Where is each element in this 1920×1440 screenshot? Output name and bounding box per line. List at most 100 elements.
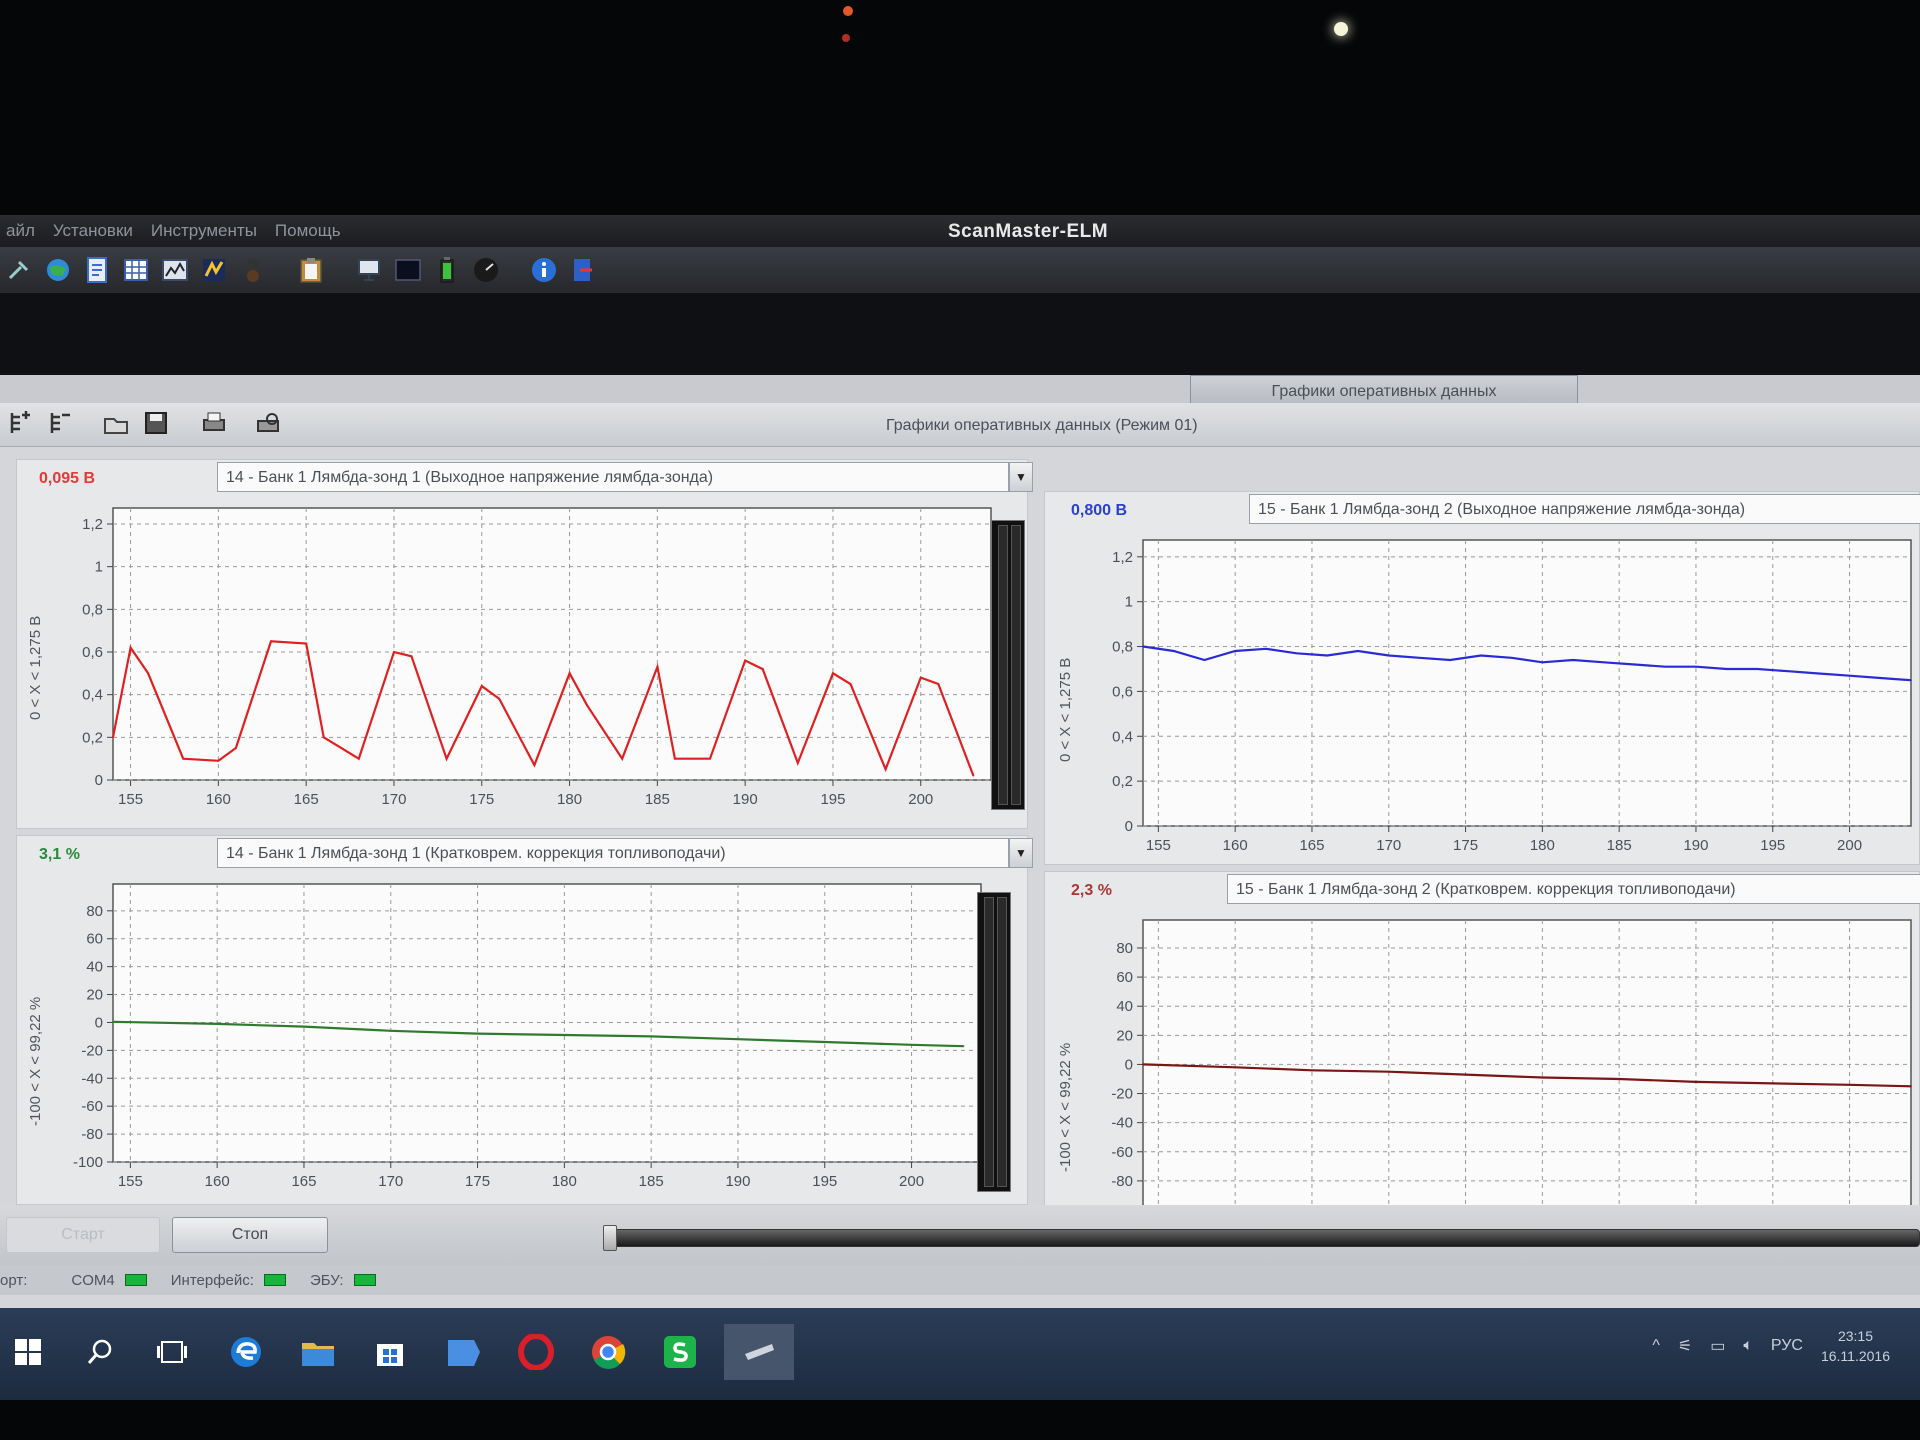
port-status-led xyxy=(124,1274,147,1286)
gauge-icon[interactable] xyxy=(160,255,190,285)
clipboard-icon[interactable] xyxy=(296,255,326,285)
save-icon[interactable] xyxy=(142,409,170,437)
open-file-icon[interactable] xyxy=(102,409,130,437)
add-graph-icon[interactable] xyxy=(8,409,36,437)
pid-selector[interactable]: 14 - Банк 1 Лямбда-зонд 1 (Выходное напр… xyxy=(217,462,1009,492)
data-point xyxy=(445,757,448,760)
line-chart: 155160165170175180185190195200-100-80-60… xyxy=(73,883,982,1190)
clock[interactable]: 23:15 16.11.2016 xyxy=(1821,1326,1890,1366)
stop-button[interactable]: Стоп xyxy=(172,1217,328,1253)
app-icon[interactable] xyxy=(436,1324,492,1380)
search-icon[interactable] xyxy=(72,1324,128,1380)
pid-selector[interactable]: 15 - Банк 1 Лямбда-зонд 2 (Кратковрем. к… xyxy=(1227,874,1920,904)
scale-bar xyxy=(977,892,1011,1192)
x-tick-label: 190 xyxy=(733,791,758,808)
print-icon[interactable] xyxy=(200,409,228,437)
chevron-down-icon[interactable]: ▼ xyxy=(1009,462,1033,492)
scanmaster-window: айл Установки Инструменты Помощь ScanMas… xyxy=(0,215,1920,1315)
data-point xyxy=(919,676,922,679)
data-point xyxy=(797,762,799,764)
data-point xyxy=(1725,668,1728,670)
slider-thumb[interactable] xyxy=(603,1225,617,1251)
language-indicator[interactable]: РУС xyxy=(1771,1337,1803,1355)
data-point xyxy=(1910,1085,1912,1088)
task-view-icon[interactable] xyxy=(144,1324,200,1380)
graph-panel-4: 2,3 % 15 - Банк 1 Лямбда-зонд 2 (Кратков… xyxy=(1044,871,1920,1249)
data-point xyxy=(910,1043,913,1046)
settings-icon[interactable] xyxy=(238,255,268,285)
y-axis-label: 0 < X < 1,275 В xyxy=(1057,657,1074,762)
y-tick-label: 0,4 xyxy=(1112,728,1133,745)
network-icon[interactable]: ⚟ xyxy=(1678,1336,1692,1356)
scanmaster-taskbar-icon[interactable] xyxy=(724,1324,794,1380)
menu-tools[interactable]: Инструменты xyxy=(151,221,257,241)
exit-icon[interactable] xyxy=(568,255,598,285)
data-point xyxy=(737,1038,739,1041)
connect-icon[interactable] xyxy=(4,255,34,285)
x-tick-label: 155 xyxy=(118,1173,143,1190)
data-point xyxy=(1234,1066,1236,1069)
data-point xyxy=(962,1045,965,1047)
windows-start-icon[interactable] xyxy=(0,1324,56,1380)
interface-status-led xyxy=(263,1274,286,1286)
port-value: COM4 xyxy=(71,1271,115,1289)
data-point xyxy=(1357,650,1359,652)
data-point xyxy=(1910,679,1912,681)
data-point xyxy=(358,757,360,760)
reflection-glare xyxy=(843,6,853,16)
x-tick-label: 185 xyxy=(1607,837,1632,854)
battery-icon[interactable] xyxy=(432,255,462,285)
x-tick-label: 160 xyxy=(205,1173,230,1190)
y-tick-label: 40 xyxy=(86,959,103,976)
pid-selector[interactable]: 15 - Банк 1 Лямбда-зонд 2 (Выходное напр… xyxy=(1249,494,1920,524)
data-point xyxy=(586,704,588,707)
pid-selector[interactable]: 14 - Банк 1 Лямбда-зонд 1 (Кратковрем. к… xyxy=(217,838,1009,868)
ecu-label: ЭБУ: xyxy=(309,1271,344,1289)
data-point xyxy=(1203,659,1206,661)
y-tick-label: -100 xyxy=(73,1154,103,1171)
y-axis-label: 0 < X < 1,275 В xyxy=(27,615,44,720)
chrome-icon[interactable] xyxy=(580,1324,636,1380)
data-point xyxy=(1510,656,1513,659)
data-point xyxy=(476,1032,479,1035)
current-value-readout: 2,3 % xyxy=(1071,882,1112,899)
x-tick-label: 180 xyxy=(557,791,582,808)
chevron-up-icon[interactable]: ^ xyxy=(1652,1337,1660,1355)
data-point xyxy=(235,747,237,749)
y-tick-label: 0 xyxy=(95,772,103,789)
chevron-down-icon[interactable]: ▼ xyxy=(1009,838,1033,868)
data-point xyxy=(1326,654,1329,657)
data-point xyxy=(1464,1073,1467,1076)
y-tick-label: -60 xyxy=(81,1098,103,1115)
line-chart: 155160165170175180185190195200-100-80-60… xyxy=(1103,919,1912,1238)
info-icon[interactable] xyxy=(529,255,559,285)
menu-file[interactable]: айл xyxy=(6,221,35,241)
x-tick-label: 165 xyxy=(1299,837,1324,854)
interface-label: Интерфейс: xyxy=(170,1271,254,1289)
file-explorer-icon[interactable] xyxy=(290,1324,346,1380)
chart-icon[interactable] xyxy=(199,255,229,285)
timeline-slider[interactable] xyxy=(603,1225,1920,1251)
dial-icon[interactable] xyxy=(471,255,501,285)
data-point xyxy=(112,736,114,739)
menu-settings[interactable]: Установки xyxy=(53,221,133,241)
data-point xyxy=(389,1030,392,1032)
grid-icon[interactable] xyxy=(121,255,151,285)
remove-graph-icon[interactable] xyxy=(48,409,76,437)
green-app-icon[interactable] xyxy=(652,1324,708,1380)
volume-icon[interactable]: 🔈︎ xyxy=(1743,1337,1753,1355)
data-point xyxy=(480,685,483,687)
print-preview-icon[interactable] xyxy=(254,409,282,437)
opera-icon[interactable] xyxy=(508,1324,564,1380)
terminal-icon[interactable] xyxy=(393,255,423,285)
edge-icon[interactable] xyxy=(218,1324,274,1380)
monitor-icon[interactable] xyxy=(354,255,384,285)
globe-icon[interactable] xyxy=(43,255,73,285)
document-icon[interactable] xyxy=(82,255,112,285)
store-icon[interactable] xyxy=(362,1324,418,1380)
y-tick-label: 1,2 xyxy=(82,516,103,533)
start-button[interactable]: Старт xyxy=(6,1217,160,1253)
menu-help[interactable]: Помощь xyxy=(275,221,341,241)
battery-tray-icon[interactable]: ▭ xyxy=(1710,1336,1725,1356)
data-point xyxy=(1295,652,1298,655)
